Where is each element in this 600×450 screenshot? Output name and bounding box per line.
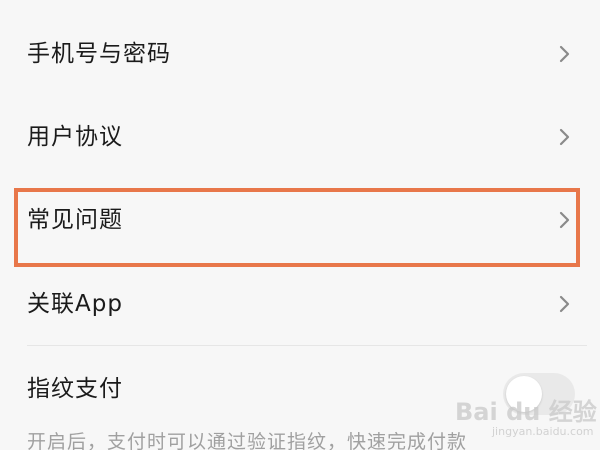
toggle-knob [506,376,542,412]
menu-item-user-agreement[interactable]: 用户协议 [0,97,600,177]
menu-item-label: 手机号与密码 [27,41,171,67]
chevron-right-icon [556,211,574,229]
menu-item-label: 关联App [27,291,123,317]
menu-item-faq[interactable]: 常见问题 [0,180,600,260]
chevron-right-icon [556,45,574,63]
fingerprint-pay-title: 指纹支付 [27,376,123,402]
menu-item-label: 用户协议 [27,124,123,150]
chevron-right-icon [556,295,574,313]
baidu-watermark-url: jingyan.baidu.com [492,425,594,438]
menu-item-phone-password[interactable]: 手机号与密码 [0,14,600,94]
chevron-right-icon [556,128,574,146]
menu-item-linked-app[interactable]: 关联App [0,264,600,344]
fingerprint-pay-toggle[interactable] [503,373,575,415]
divider [27,345,587,346]
menu-item-label: 常见问题 [27,207,123,233]
fingerprint-pay-description: 开启后，支付时可以通过验证指纹，快速完成付款 [27,431,468,450]
settings-screen: 手机号与密码 用户协议 常见问题 关联App 指纹支付 开启后，支付时可以通过验… [0,0,600,450]
